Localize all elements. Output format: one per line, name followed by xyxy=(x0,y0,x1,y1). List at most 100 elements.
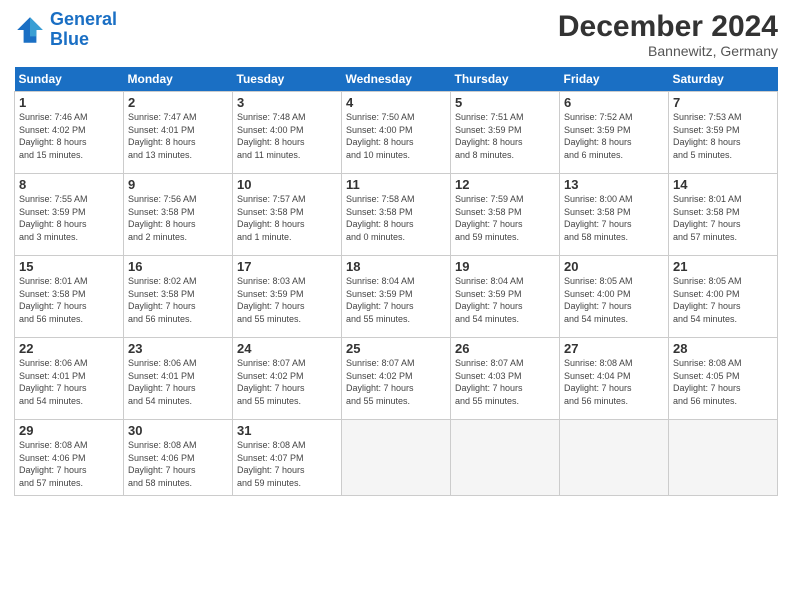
day-info: Sunrise: 8:01 AMSunset: 3:58 PMDaylight:… xyxy=(673,193,773,243)
day-number: 17 xyxy=(237,259,337,274)
day-cell: 12Sunrise: 7:59 AMSunset: 3:58 PMDayligh… xyxy=(451,174,560,256)
day-number: 3 xyxy=(237,95,337,110)
day-info: Sunrise: 8:05 AMSunset: 4:00 PMDaylight:… xyxy=(673,275,773,325)
day-number: 4 xyxy=(346,95,446,110)
day-cell: 28Sunrise: 8:08 AMSunset: 4:05 PMDayligh… xyxy=(669,338,778,420)
day-info: Sunrise: 7:56 AMSunset: 3:58 PMDaylight:… xyxy=(128,193,228,243)
day-cell: 1Sunrise: 7:46 AMSunset: 4:02 PMDaylight… xyxy=(15,92,124,174)
day-info: Sunrise: 7:50 AMSunset: 4:00 PMDaylight:… xyxy=(346,111,446,161)
col-monday: Monday xyxy=(124,67,233,92)
day-cell: 3Sunrise: 7:48 AMSunset: 4:00 PMDaylight… xyxy=(233,92,342,174)
location: Bannewitz, Germany xyxy=(558,43,778,59)
day-number: 7 xyxy=(673,95,773,110)
day-cell: 10Sunrise: 7:57 AMSunset: 3:58 PMDayligh… xyxy=(233,174,342,256)
day-cell: 6Sunrise: 7:52 AMSunset: 3:59 PMDaylight… xyxy=(560,92,669,174)
header-row: Sunday Monday Tuesday Wednesday Thursday… xyxy=(15,67,778,92)
day-number: 8 xyxy=(19,177,119,192)
day-number: 23 xyxy=(128,341,228,356)
day-info: Sunrise: 7:46 AMSunset: 4:02 PMDaylight:… xyxy=(19,111,119,161)
day-cell: 8Sunrise: 7:55 AMSunset: 3:59 PMDaylight… xyxy=(15,174,124,256)
day-info: Sunrise: 7:48 AMSunset: 4:00 PMDaylight:… xyxy=(237,111,337,161)
col-tuesday: Tuesday xyxy=(233,67,342,92)
day-info: Sunrise: 8:04 AMSunset: 3:59 PMDaylight:… xyxy=(346,275,446,325)
day-cell: 25Sunrise: 8:07 AMSunset: 4:02 PMDayligh… xyxy=(342,338,451,420)
day-cell: 26Sunrise: 8:07 AMSunset: 4:03 PMDayligh… xyxy=(451,338,560,420)
day-cell: 24Sunrise: 8:07 AMSunset: 4:02 PMDayligh… xyxy=(233,338,342,420)
day-info: Sunrise: 8:01 AMSunset: 3:58 PMDaylight:… xyxy=(19,275,119,325)
day-info: Sunrise: 8:08 AMSunset: 4:05 PMDaylight:… xyxy=(673,357,773,407)
day-info: Sunrise: 8:08 AMSunset: 4:06 PMDaylight:… xyxy=(128,439,228,489)
page-container: General Blue December 2024 Bannewitz, Ge… xyxy=(0,0,792,502)
day-info: Sunrise: 7:58 AMSunset: 3:58 PMDaylight:… xyxy=(346,193,446,243)
day-number: 6 xyxy=(564,95,664,110)
logo-icon xyxy=(14,14,46,46)
col-friday: Friday xyxy=(560,67,669,92)
col-wednesday: Wednesday xyxy=(342,67,451,92)
day-info: Sunrise: 8:03 AMSunset: 3:59 PMDaylight:… xyxy=(237,275,337,325)
day-number: 11 xyxy=(346,177,446,192)
day-cell: 14Sunrise: 8:01 AMSunset: 3:58 PMDayligh… xyxy=(669,174,778,256)
week-row: 22Sunrise: 8:06 AMSunset: 4:01 PMDayligh… xyxy=(15,338,778,420)
day-cell: 11Sunrise: 7:58 AMSunset: 3:58 PMDayligh… xyxy=(342,174,451,256)
day-info: Sunrise: 8:00 AMSunset: 3:58 PMDaylight:… xyxy=(564,193,664,243)
day-info: Sunrise: 7:59 AMSunset: 3:58 PMDaylight:… xyxy=(455,193,555,243)
day-number: 28 xyxy=(673,341,773,356)
day-info: Sunrise: 8:05 AMSunset: 4:00 PMDaylight:… xyxy=(564,275,664,325)
day-cell xyxy=(342,420,451,496)
title-block: December 2024 Bannewitz, Germany xyxy=(558,10,778,59)
day-cell: 29Sunrise: 8:08 AMSunset: 4:06 PMDayligh… xyxy=(15,420,124,496)
header: General Blue December 2024 Bannewitz, Ge… xyxy=(14,10,778,59)
day-number: 19 xyxy=(455,259,555,274)
day-number: 14 xyxy=(673,177,773,192)
day-cell: 27Sunrise: 8:08 AMSunset: 4:04 PMDayligh… xyxy=(560,338,669,420)
day-info: Sunrise: 8:08 AMSunset: 4:06 PMDaylight:… xyxy=(19,439,119,489)
logo-text: General Blue xyxy=(50,10,117,50)
day-number: 26 xyxy=(455,341,555,356)
week-row: 8Sunrise: 7:55 AMSunset: 3:59 PMDaylight… xyxy=(15,174,778,256)
day-cell: 2Sunrise: 7:47 AMSunset: 4:01 PMDaylight… xyxy=(124,92,233,174)
day-number: 24 xyxy=(237,341,337,356)
day-info: Sunrise: 7:47 AMSunset: 4:01 PMDaylight:… xyxy=(128,111,228,161)
week-row: 29Sunrise: 8:08 AMSunset: 4:06 PMDayligh… xyxy=(15,420,778,496)
day-info: Sunrise: 8:02 AMSunset: 3:58 PMDaylight:… xyxy=(128,275,228,325)
day-number: 31 xyxy=(237,423,337,438)
day-cell: 23Sunrise: 8:06 AMSunset: 4:01 PMDayligh… xyxy=(124,338,233,420)
day-info: Sunrise: 7:55 AMSunset: 3:59 PMDaylight:… xyxy=(19,193,119,243)
day-number: 15 xyxy=(19,259,119,274)
week-row: 1Sunrise: 7:46 AMSunset: 4:02 PMDaylight… xyxy=(15,92,778,174)
day-number: 12 xyxy=(455,177,555,192)
day-info: Sunrise: 8:06 AMSunset: 4:01 PMDaylight:… xyxy=(19,357,119,407)
day-cell: 20Sunrise: 8:05 AMSunset: 4:00 PMDayligh… xyxy=(560,256,669,338)
day-number: 27 xyxy=(564,341,664,356)
col-sunday: Sunday xyxy=(15,67,124,92)
day-number: 22 xyxy=(19,341,119,356)
day-cell xyxy=(560,420,669,496)
day-cell: 22Sunrise: 8:06 AMSunset: 4:01 PMDayligh… xyxy=(15,338,124,420)
day-cell: 9Sunrise: 7:56 AMSunset: 3:58 PMDaylight… xyxy=(124,174,233,256)
day-info: Sunrise: 8:08 AMSunset: 4:07 PMDaylight:… xyxy=(237,439,337,489)
day-number: 9 xyxy=(128,177,228,192)
day-number: 18 xyxy=(346,259,446,274)
day-info: Sunrise: 7:51 AMSunset: 3:59 PMDaylight:… xyxy=(455,111,555,161)
col-saturday: Saturday xyxy=(669,67,778,92)
calendar-table: Sunday Monday Tuesday Wednesday Thursday… xyxy=(14,67,778,496)
day-info: Sunrise: 8:04 AMSunset: 3:59 PMDaylight:… xyxy=(455,275,555,325)
day-info: Sunrise: 8:07 AMSunset: 4:02 PMDaylight:… xyxy=(346,357,446,407)
day-info: Sunrise: 7:53 AMSunset: 3:59 PMDaylight:… xyxy=(673,111,773,161)
day-info: Sunrise: 8:08 AMSunset: 4:04 PMDaylight:… xyxy=(564,357,664,407)
day-number: 1 xyxy=(19,95,119,110)
day-info: Sunrise: 8:07 AMSunset: 4:03 PMDaylight:… xyxy=(455,357,555,407)
day-info: Sunrise: 7:57 AMSunset: 3:58 PMDaylight:… xyxy=(237,193,337,243)
day-number: 20 xyxy=(564,259,664,274)
day-cell: 30Sunrise: 8:08 AMSunset: 4:06 PMDayligh… xyxy=(124,420,233,496)
day-number: 10 xyxy=(237,177,337,192)
day-cell: 15Sunrise: 8:01 AMSunset: 3:58 PMDayligh… xyxy=(15,256,124,338)
day-number: 29 xyxy=(19,423,119,438)
day-cell xyxy=(669,420,778,496)
day-number: 30 xyxy=(128,423,228,438)
day-number: 5 xyxy=(455,95,555,110)
day-info: Sunrise: 8:06 AMSunset: 4:01 PMDaylight:… xyxy=(128,357,228,407)
day-number: 16 xyxy=(128,259,228,274)
day-cell: 16Sunrise: 8:02 AMSunset: 3:58 PMDayligh… xyxy=(124,256,233,338)
col-thursday: Thursday xyxy=(451,67,560,92)
